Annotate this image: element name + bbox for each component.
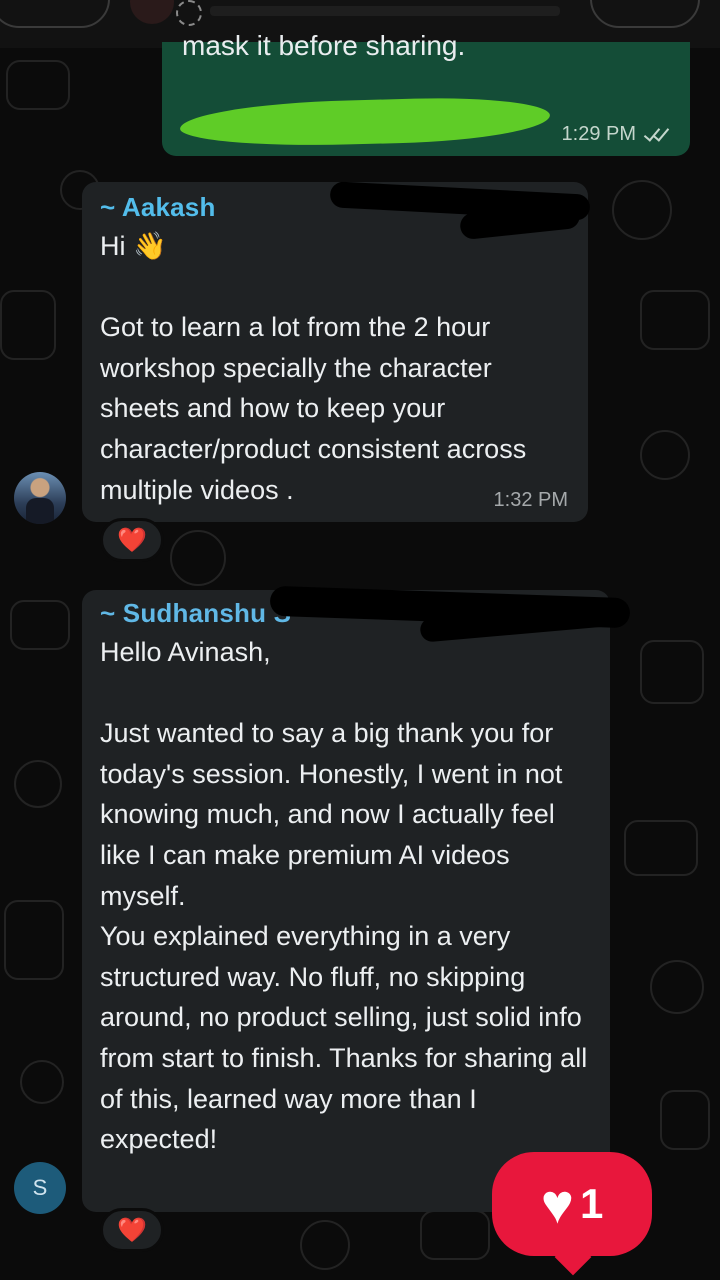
doodle-shape: [6, 60, 70, 110]
doodle-shape: [300, 1220, 350, 1270]
doodle-shape: [0, 290, 56, 360]
group-avatar[interactable]: [130, 0, 174, 24]
doodle-shape: [170, 530, 226, 586]
back-button[interactable]: [0, 0, 110, 28]
doodle-shape: [650, 960, 704, 1014]
sudhanshu-avatar[interactable]: S: [14, 1162, 66, 1214]
doodle-shape: [612, 180, 672, 240]
like-badge[interactable]: ♥ 1: [492, 1152, 652, 1256]
doodle-shape: [640, 290, 710, 350]
status-ring-icon: [176, 0, 202, 26]
like-count: 1: [579, 1180, 604, 1227]
doodle-shape: [420, 1210, 490, 1260]
outgoing-message-meta: 1:29 PM: [562, 123, 672, 146]
doodle-shape: [10, 600, 70, 650]
sender-name[interactable]: ~ Sudhanshu S: [100, 598, 291, 629]
doodle-shape: [640, 640, 704, 704]
video-call-button[interactable]: [590, 0, 700, 28]
message-text: Hello Avinash, Just wanted to say a big …: [100, 637, 588, 1155]
doodle-shape: [640, 430, 690, 480]
doodle-shape: [14, 760, 62, 808]
heart-icon: ♥: [540, 1172, 574, 1235]
redacted-group-title: [210, 6, 560, 16]
aakash-avatar[interactable]: [14, 472, 66, 524]
doodle-shape: [4, 900, 64, 980]
doodle-shape: [20, 1060, 64, 1104]
doodle-shape: [624, 820, 698, 876]
message-text: Hi 👋 Got to learn a lot from the 2 hour …: [100, 231, 527, 505]
heart-reaction[interactable]: ❤️: [100, 1208, 164, 1252]
doodle-shape: [660, 1090, 710, 1150]
message-time: 1:32 PM: [493, 489, 568, 511]
heart-reaction[interactable]: ❤️: [100, 518, 164, 562]
double-check-icon: [643, 123, 672, 143]
outgoing-message-text: mask it before sharing.: [182, 30, 466, 61]
incoming-message-bubble[interactable]: ~ Sudhanshu S Hello Avinash, Just wanted…: [82, 590, 610, 1212]
sender-name[interactable]: ~ Aakash: [100, 192, 216, 223]
message-time: 1:29 PM: [561, 123, 636, 145]
